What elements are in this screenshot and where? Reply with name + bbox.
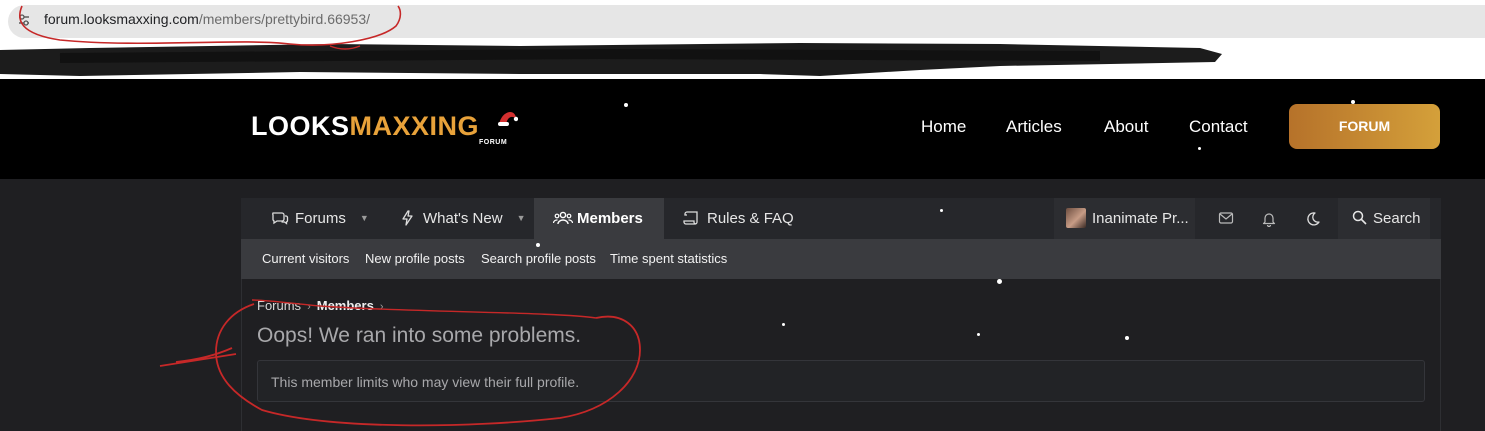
url-domain: forum.looksmaxxing.com xyxy=(44,11,199,27)
envelope-icon xyxy=(1218,212,1234,224)
forum-navbar: Forums ▼ What's New ▼ Members Rules & FAQ … xyxy=(241,198,1441,239)
tab-rules-faq-label: Rules & FAQ xyxy=(707,210,794,227)
header-link-about[interactable]: About xyxy=(1104,117,1148,137)
snowflake xyxy=(997,279,1002,284)
forum-body: Forums ▼ What's New ▼ Members Rules & FAQ … xyxy=(0,179,1485,431)
breadcrumb-members[interactable]: Members xyxy=(317,298,374,313)
subnav-search-profile-posts[interactable]: Search profile posts xyxy=(481,251,596,266)
bolt-icon xyxy=(399,201,417,226)
search-button[interactable]: Search xyxy=(1338,198,1430,239)
chevron-down-icon[interactable]: ▼ xyxy=(517,198,526,239)
error-message: This member limits who may view their fu… xyxy=(271,374,580,390)
tab-forums-label: Forums xyxy=(295,210,346,227)
breadcrumb-forums[interactable]: Forums xyxy=(257,298,301,313)
header-link-contact[interactable]: Contact xyxy=(1189,117,1248,137)
alerts-button[interactable] xyxy=(1248,198,1290,239)
snowflake xyxy=(977,333,980,336)
url-path: /members/prettybird.66953/ xyxy=(198,11,371,27)
logo-wordmark: LOOKSMAXXING xyxy=(251,109,479,143)
snowflake xyxy=(624,103,628,107)
search-icon xyxy=(1352,210,1367,225)
subnav-current-visitors[interactable]: Current visitors xyxy=(262,251,349,266)
chat-bubbles-icon xyxy=(271,201,289,225)
search-label: Search xyxy=(1373,210,1421,227)
logo-subtitle: FORUM xyxy=(479,139,508,146)
avatar xyxy=(1066,208,1086,228)
tab-whats-new-label: What's New xyxy=(423,210,503,227)
tune-icon[interactable] xyxy=(16,12,32,28)
tab-members-label: Members xyxy=(577,210,643,227)
snowflake xyxy=(940,209,943,212)
tab-members[interactable]: Members xyxy=(534,198,664,239)
bell-icon xyxy=(1262,213,1276,227)
users-icon xyxy=(552,201,574,225)
theme-toggle-button[interactable] xyxy=(1292,198,1334,239)
tab-forums[interactable]: Forums ▼ xyxy=(271,198,369,239)
site-header: LOOKSMAXXING FORUM Home Articles About C… xyxy=(0,79,1485,179)
page-title: Oops! We ran into some problems. xyxy=(257,324,582,347)
logo-word-white: LOOKS xyxy=(251,111,350,141)
moon-icon xyxy=(1307,212,1320,226)
tab-rules-faq[interactable]: Rules & FAQ xyxy=(683,198,794,239)
redaction-scribble xyxy=(0,43,1222,76)
chevron-down-icon[interactable]: ▼ xyxy=(360,198,369,239)
logo-word-accent: MAXXING xyxy=(349,111,480,141)
header-link-home[interactable]: Home xyxy=(921,117,966,137)
members-subnav: Current visitors New profile posts Searc… xyxy=(241,239,1441,279)
snowflake xyxy=(1351,100,1355,104)
user-account-link[interactable]: Inanimate Pr... xyxy=(1054,198,1195,239)
subnav-time-spent-statistics[interactable]: Time spent statistics xyxy=(610,251,727,266)
snowflake xyxy=(1198,147,1201,150)
chevron-right-icon: › xyxy=(307,301,311,313)
snowflake xyxy=(782,323,785,326)
snowflake xyxy=(1125,336,1129,340)
snowflake xyxy=(536,243,540,247)
tab-whats-new[interactable]: What's New ▼ xyxy=(399,198,525,239)
breadcrumb: Forums › Members › xyxy=(257,298,389,313)
main-content: Forums › Members › Oops! We ran into some p… xyxy=(241,279,1441,431)
subnav-new-profile-posts[interactable]: New profile posts xyxy=(365,251,465,266)
forum-button[interactable]: FORUM xyxy=(1289,104,1440,149)
address-bar: forum.looksmaxxing.com/members/prettybir… xyxy=(0,4,1485,38)
url-text[interactable]: forum.looksmaxxing.com/members/prettybir… xyxy=(44,11,370,27)
username: Inanimate Pr... xyxy=(1092,210,1189,227)
inbox-button[interactable] xyxy=(1205,198,1247,239)
header-link-articles[interactable]: Articles xyxy=(1006,117,1062,137)
chevron-right-icon: › xyxy=(379,301,384,313)
scroll-icon xyxy=(683,201,701,225)
santa-hat-icon xyxy=(498,112,518,126)
error-block: This member limits who may view their fu… xyxy=(257,360,1425,402)
site-logo[interactable]: LOOKSMAXXING FORUM xyxy=(251,109,518,149)
